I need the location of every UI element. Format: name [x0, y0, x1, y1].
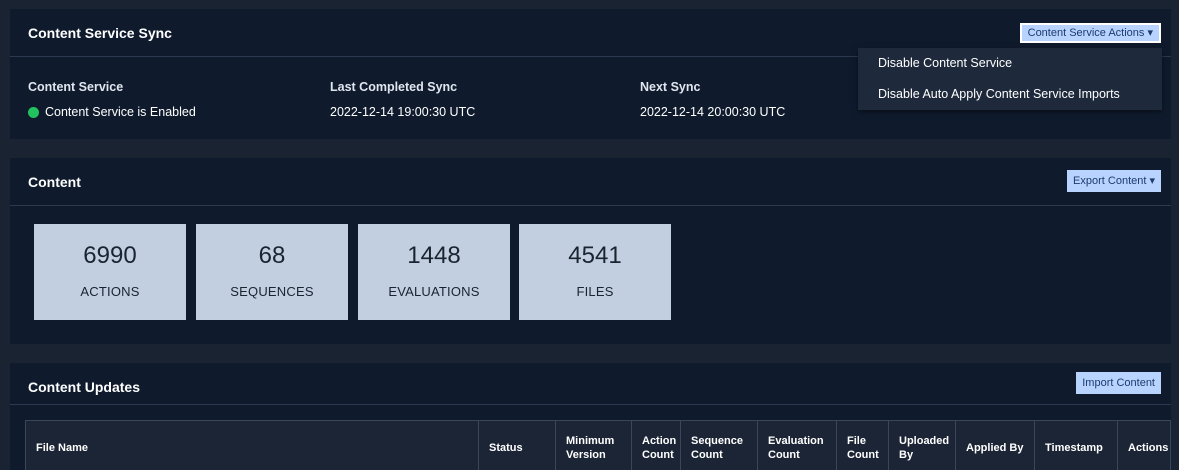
stat-value: 68	[258, 242, 286, 269]
column-header-timestamp[interactable]: Timestamp	[1034, 421, 1117, 470]
content-service-status-text: Content Service is Enabled	[45, 105, 196, 119]
last-sync-label: Last Completed Sync	[330, 80, 458, 94]
stat-card-sequences: 68 SEQUENCES	[196, 224, 348, 320]
content-panel: Content Export Content ▾ 6990 ACTIONS 68…	[10, 158, 1171, 344]
export-content-button[interactable]: Export Content ▾	[1067, 170, 1161, 192]
status-dot-icon	[28, 106, 39, 118]
stat-value: 1448	[407, 242, 461, 269]
panel-header: Content Updates Import Content	[10, 363, 1171, 405]
column-header-actions[interactable]: Actions	[1117, 421, 1172, 470]
content-updates-panel: Content Updates Import Content File Name…	[10, 363, 1171, 470]
menu-item-disable-auto-apply[interactable]: Disable Auto Apply Content Service Impor…	[858, 79, 1162, 110]
page: Content Service Sync Content Service Act…	[0, 0, 1179, 470]
import-content-button[interactable]: Import Content	[1076, 372, 1161, 394]
last-sync-value: 2022-12-14 19:00:30 UTC	[330, 105, 476, 119]
stat-label: ACTIONS	[80, 284, 140, 299]
content-service-actions-menu: Disable Content Service Disable Auto App…	[858, 48, 1162, 110]
panel-title: Content	[28, 174, 81, 190]
column-header-status[interactable]: Status	[478, 421, 555, 470]
last-sync-column: Last Completed Sync 2022-12-14 19:00:30 …	[330, 80, 475, 119]
menu-item-disable-content-service[interactable]: Disable Content Service	[858, 48, 1162, 79]
stat-card-actions: 6990 ACTIONS	[34, 224, 186, 320]
stat-value: 6990	[83, 242, 137, 269]
stat-value: 4541	[568, 242, 622, 269]
panel-title: Content Service Sync	[28, 25, 172, 41]
stat-card-evaluations: 1448 EVALUATIONS	[358, 224, 510, 320]
next-sync-label: Next Sync	[640, 80, 701, 94]
column-header-file-count[interactable]: File Count	[836, 421, 888, 470]
stat-label: SEQUENCES	[230, 284, 314, 299]
column-header-file-name[interactable]: File Name	[26, 421, 478, 470]
column-header-evaluation-count[interactable]: Evaluation Count	[757, 421, 836, 470]
column-header-sequence-count[interactable]: Sequence Count	[680, 421, 757, 470]
panel-title: Content Updates	[28, 379, 140, 395]
panel-header: Content Export Content ▾	[10, 158, 1171, 206]
column-header-minimum-version[interactable]: Minimum Version	[555, 421, 631, 470]
stat-label: EVALUATIONS	[388, 284, 480, 299]
content-service-status: Content Service is Enabled	[28, 105, 196, 119]
column-header-action-count[interactable]: Action Count	[631, 421, 680, 470]
stat-label: FILES	[576, 284, 614, 299]
column-header-uploaded-by[interactable]: Uploaded By	[888, 421, 955, 470]
column-header-applied-by[interactable]: Applied By	[955, 421, 1034, 470]
updates-table-header: File Name Status Minimum Version Action …	[25, 420, 1171, 470]
content-service-label: Content Service	[28, 80, 124, 94]
next-sync-column: Next Sync 2022-12-14 20:00:30 UTC	[640, 80, 785, 119]
content-service-column: Content Service Content Service is Enabl…	[28, 80, 196, 119]
stat-card-files: 4541 FILES	[519, 224, 671, 320]
content-service-actions-button[interactable]: Content Service Actions ▾	[1018, 22, 1163, 44]
next-sync-value: 2022-12-14 20:00:30 UTC	[640, 105, 786, 119]
